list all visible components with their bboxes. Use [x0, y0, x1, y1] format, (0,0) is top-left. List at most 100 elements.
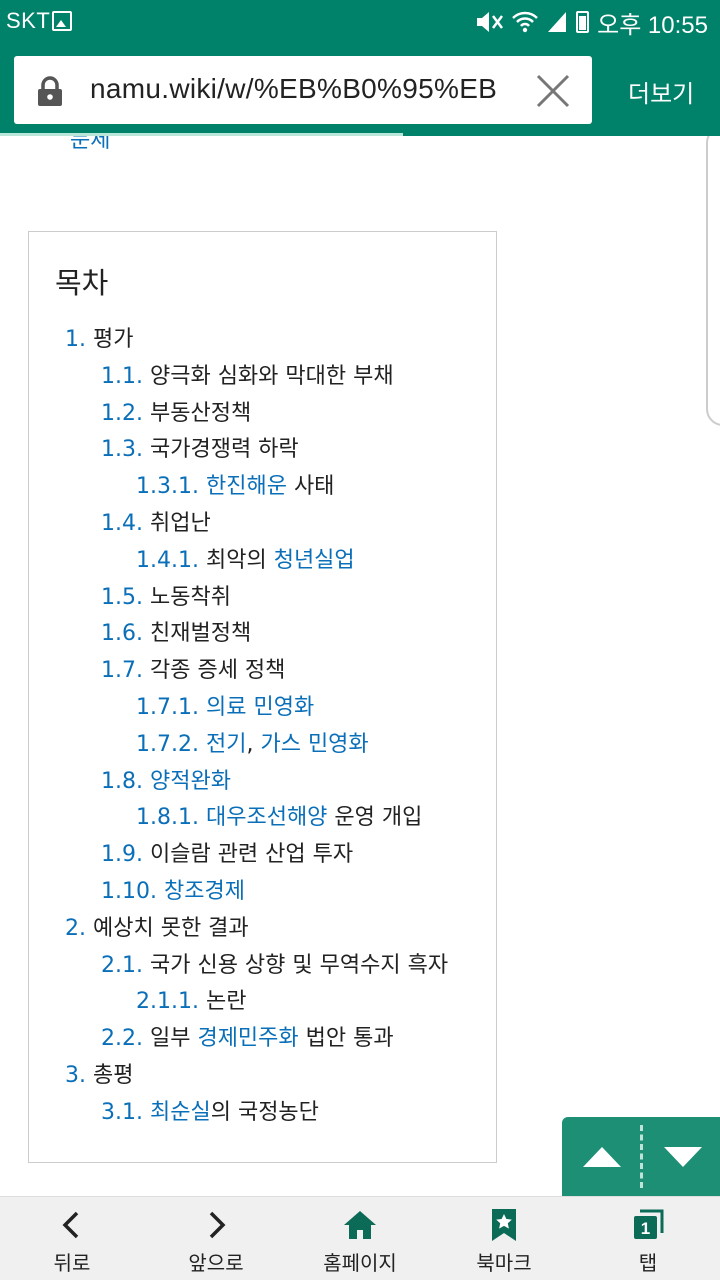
toc-number-link[interactable]: 2.2.: [101, 1026, 143, 1051]
toc-wiki-link[interactable]: 경제민주화: [197, 1026, 298, 1051]
toc-number-link[interactable]: 1.4.: [101, 511, 143, 536]
toc-item[interactable]: 1.3. 국가경쟁력 하락: [29, 432, 496, 469]
toc-item-text: [199, 805, 206, 830]
toc-item[interactable]: 1.8.1. 대우조선해양 운영 개입: [29, 800, 496, 837]
toc-item[interactable]: 1.7.1. 의료 민영화: [29, 690, 496, 727]
toc-item-text: 최악의: [198, 547, 274, 573]
signal-icon: [548, 12, 567, 32]
toc-wiki-link[interactable]: 양적완화: [150, 769, 231, 794]
toc-item[interactable]: 1.5. 노동착취: [29, 580, 496, 617]
toc-item-text: 사태: [286, 474, 335, 500]
scroll-bottom-button[interactable]: [642, 1117, 720, 1196]
toc-number-link[interactable]: 1.2.: [101, 401, 143, 426]
toc-item-text: 양극화 심화와 막대한 부채: [142, 363, 394, 389]
toc-wiki-link[interactable]: 한진해운: [206, 474, 287, 499]
toc-item[interactable]: 2.1. 국가 신용 상향 및 무역수지 흑자: [29, 948, 496, 985]
toc-wiki-link[interactable]: 가스 민영화: [260, 732, 368, 757]
toc-item-text: 국가경쟁력 하락: [142, 437, 299, 463]
toc-item-text: [157, 879, 164, 904]
toc-item[interactable]: 2.2. 일부 경제민주화 법안 통과: [29, 1021, 496, 1058]
forward-label: 앞으로: [188, 1251, 244, 1275]
url-text[interactable]: namu.wiki/w/%EB%B0%95%EB: [90, 73, 510, 107]
toc-item[interactable]: 1.10. 창조경제: [29, 874, 496, 911]
toc-number-link[interactable]: 1.1.: [101, 364, 143, 389]
toc-item[interactable]: 1.7.2. 전기, 가스 민영화: [29, 727, 496, 764]
scroll-top-button[interactable]: [562, 1117, 640, 1196]
toc-item-text: ,: [246, 731, 261, 757]
toc-item-text: [143, 1100, 150, 1125]
toc-number-link[interactable]: 2.: [65, 916, 86, 941]
toc-item[interactable]: 1. 평가: [29, 322, 496, 359]
tabs-icon: 1: [634, 1209, 664, 1239]
tabs-label: 탭: [638, 1251, 658, 1275]
toc-item-text: 친재벌정책: [142, 621, 252, 647]
toc-number-link[interactable]: 1.7.1.: [136, 695, 199, 720]
clock: 오후 10:55: [597, 11, 708, 39]
toc-number-link[interactable]: 1.10.: [101, 879, 157, 904]
toc-item[interactable]: 1.4. 취업난: [29, 506, 496, 543]
battery-icon: [576, 11, 590, 33]
back-button[interactable]: 뒤로: [0, 1197, 144, 1280]
toc-item[interactable]: 2.1.1. 논란: [29, 984, 496, 1021]
toc-item-text: [199, 474, 206, 499]
toc-number-link[interactable]: 2.1.: [101, 953, 143, 978]
tabs-button[interactable]: 1 탭: [576, 1197, 720, 1280]
toc-item[interactable]: 1.2. 부동산정책: [29, 396, 496, 433]
arrow-down-icon: [664, 1147, 702, 1167]
toc-number-link[interactable]: 3.: [65, 1063, 86, 1088]
toc-number-link[interactable]: 3.1.: [101, 1100, 143, 1125]
toc-item[interactable]: 1.4.1. 최악의 청년실업: [29, 543, 496, 580]
toc-number-link[interactable]: 2.1.1.: [136, 989, 199, 1014]
toc-number-link[interactable]: 1.8.: [101, 769, 143, 794]
more-menu-button[interactable]: 더보기: [628, 74, 694, 109]
toc-item-text: 예상치 못한 결과: [86, 915, 249, 941]
toc-item[interactable]: 1.9. 이슬람 관련 산업 투자: [29, 837, 496, 874]
toc-wiki-link[interactable]: 최순실: [150, 1100, 211, 1125]
toc-item-text: 논란: [198, 989, 247, 1015]
toc-wiki-link[interactable]: 청년실업: [274, 548, 355, 573]
toc-item[interactable]: 1.1. 양극화 심화와 막대한 부채: [29, 359, 496, 396]
table-of-contents: 목차 1. 평가 1.1. 양극화 심화와 막대한 부채 1.2. 부동산정책 1.3…: [28, 231, 497, 1163]
toc-item-text: 총평: [86, 1062, 134, 1088]
toc-item[interactable]: 2. 예상치 못한 결과: [29, 911, 496, 948]
toc-number-link[interactable]: 1.7.: [101, 658, 143, 683]
bookmarks-label: 북마크: [476, 1251, 532, 1275]
home-button[interactable]: 홈페이지: [288, 1197, 432, 1280]
toc-title: 목차: [55, 266, 109, 300]
toc-item[interactable]: 3.1. 최순실의 국정농단: [29, 1095, 496, 1132]
toc-number-link[interactable]: 1.3.1.: [136, 474, 199, 499]
partial-link-text[interactable]: 문제: [70, 136, 110, 154]
toc-number-link[interactable]: 1.9.: [101, 842, 143, 867]
forward-button[interactable]: 앞으로: [144, 1197, 288, 1280]
url-bar[interactable]: namu.wiki/w/%EB%B0%95%EB: [14, 56, 592, 124]
toc-item[interactable]: 3. 총평: [29, 1058, 496, 1095]
page-content[interactable]: 문제 목차 1. 평가 1.1. 양극화 심화와 막대한 부채 1.2. 부동산정책…: [0, 136, 720, 1196]
bookmarks-button[interactable]: 북마크: [432, 1197, 576, 1280]
toc-item[interactable]: 1.3.1. 한진해운 사태: [29, 469, 496, 506]
toc-item-text: 의 국정농단: [210, 1099, 319, 1125]
mute-icon: [477, 12, 504, 32]
home-label: 홈페이지: [323, 1251, 397, 1275]
toc-wiki-link[interactable]: 의료 민영화: [206, 695, 314, 720]
bottom-navigation: 뒤로 앞으로 홈페이지 북마크 1 탭: [0, 1196, 720, 1280]
toc-item-text: [143, 769, 150, 794]
toc-item[interactable]: 1.8. 양적완화: [29, 764, 496, 801]
toc-item[interactable]: 1.7. 각종 증세 정책: [29, 653, 496, 690]
toc-wiki-link[interactable]: 창조경제: [164, 879, 245, 904]
side-panel-handle[interactable]: [706, 136, 720, 426]
toc-number-link[interactable]: 1.6.: [101, 621, 143, 646]
toc-wiki-link[interactable]: 전기: [206, 732, 246, 757]
toc-number-link[interactable]: 1.3.: [101, 437, 143, 462]
tab-count: 1: [641, 1219, 650, 1238]
clear-url-icon[interactable]: [534, 72, 572, 110]
browser-toolbar: namu.wiki/w/%EB%B0%95%EB 더보기: [0, 44, 720, 136]
toc-item[interactable]: 1.6. 친재벌정책: [29, 616, 496, 653]
toc-number-link[interactable]: 1.8.1.: [136, 805, 199, 830]
toc-number-link[interactable]: 1.7.2.: [136, 732, 199, 757]
toc-number-link[interactable]: 1.: [65, 327, 86, 352]
toc-number-link[interactable]: 1.5.: [101, 585, 143, 610]
toc-item-text: 이슬람 관련 산업 투자: [142, 842, 354, 868]
toc-number-link[interactable]: 1.4.1.: [136, 548, 199, 573]
toc-item-text: 국가 신용 상향 및 무역수지 흑자: [142, 952, 449, 978]
toc-wiki-link[interactable]: 대우조선해양: [206, 805, 327, 830]
